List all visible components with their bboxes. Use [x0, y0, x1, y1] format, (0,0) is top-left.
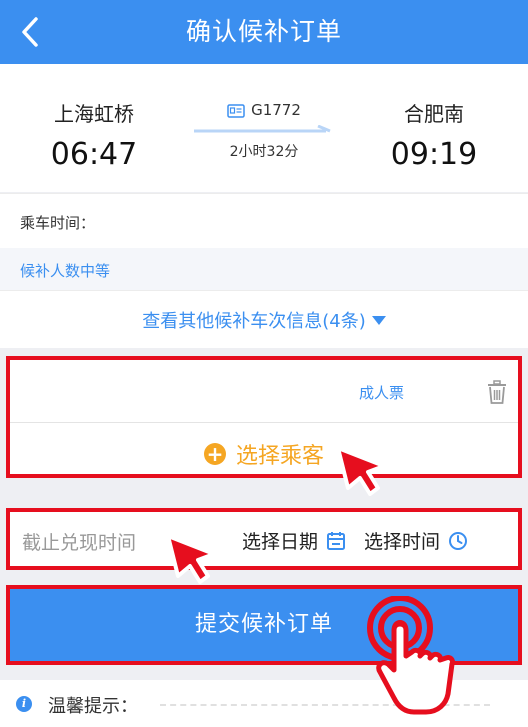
other-trains-link[interactable]: 查看其他候补车次信息(4条): [0, 307, 528, 333]
deadline-section: 截止兑现时间 选择日期 选择时间: [6, 508, 522, 570]
waitlist-count-row: 候补人数中等: [0, 248, 528, 290]
train-number-row: G1772: [180, 100, 348, 120]
passenger-divider: [10, 422, 518, 423]
other-trains-row[interactable]: 查看其他候补车次信息(4条): [0, 290, 528, 348]
pointer-arrow-icon: [336, 446, 386, 496]
train-middle: G1772 2小时32分: [180, 100, 348, 161]
caret-down-icon: [371, 316, 386, 325]
travel-duration: 2小时32分: [229, 144, 299, 160]
ride-time-label: 乘车时间：: [20, 214, 96, 232]
waitlist-count-label: 候补人数中等: [20, 262, 111, 280]
nav-bar: 确认候补订单: [0, 0, 528, 64]
arrival-time: 09:19: [390, 137, 478, 172]
info-icon: i: [16, 696, 32, 712]
arrival-block: 合肥南 09:19: [354, 98, 514, 172]
select-date-label: 选择日期: [242, 531, 319, 553]
direction-arrow-icon: [194, 124, 331, 133]
departure-block: 上海虹桥 06:47: [14, 98, 174, 172]
tap-hand-icon: [367, 596, 455, 715]
pointer-arrow-icon: [166, 534, 216, 584]
select-passenger-button[interactable]: + 选择乘客: [10, 438, 518, 470]
departure-station: 上海虹桥: [54, 102, 134, 126]
arrival-station: 合肥南: [404, 102, 464, 126]
select-time-label: 选择时间: [364, 531, 441, 553]
train-number: G1772: [251, 101, 301, 119]
select-time-button[interactable]: 选择时间: [364, 527, 468, 554]
other-trains-label: 查看其他候补车次信息(4条): [142, 311, 366, 332]
ride-time-row: 乘车时间：: [0, 193, 528, 248]
train-info-card: 上海虹桥 06:47 G1772 2小时32分 合肥南 09:19: [0, 64, 528, 192]
trash-icon[interactable]: [486, 380, 508, 404]
plus-circle-icon: +: [203, 443, 226, 465]
clock-icon: [449, 532, 468, 550]
deadline-label: 截止兑现时间: [22, 532, 137, 554]
page-title: 确认候补订单: [185, 17, 342, 46]
select-date-button[interactable]: 选择日期: [242, 527, 346, 554]
select-passenger-label: 选择乘客: [235, 444, 324, 469]
tips-label: 温馨提示：: [48, 696, 138, 717]
ticket-type-label[interactable]: 成人票: [359, 382, 404, 403]
passenger-section: 成人票 + 选择乘客: [6, 356, 522, 478]
departure-time: 06:47: [50, 137, 138, 172]
calendar-icon: [327, 532, 346, 550]
ticket-icon: [227, 104, 245, 118]
